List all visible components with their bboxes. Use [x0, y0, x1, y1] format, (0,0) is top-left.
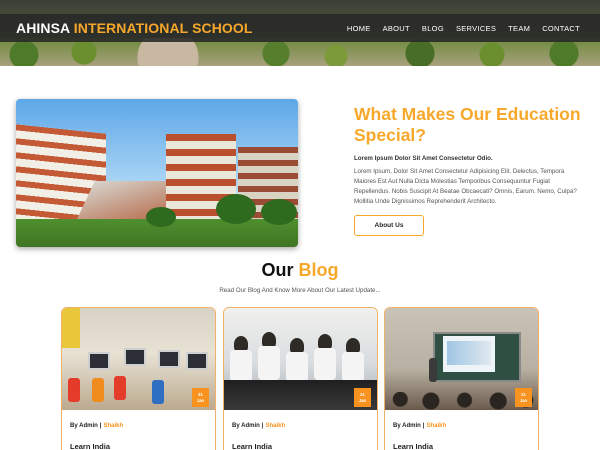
monitor — [186, 352, 208, 370]
blog-heading: Our Blog — [0, 260, 600, 281]
card-tag[interactable]: Shaikh — [103, 423, 123, 429]
chair — [92, 378, 104, 402]
blog-heading-orange: Blog — [298, 260, 339, 280]
main-nav: HOME ABOUT BLOG SERVICES TEAM CONTACT — [347, 24, 580, 33]
student-shirt — [230, 350, 252, 382]
meta-separator: | — [261, 423, 264, 429]
blog-heading-dark: Our — [261, 260, 294, 280]
about-us-button[interactable]: About Us — [354, 215, 424, 236]
blog-card[interactable]: 21 Jan By Admin | Shaikh Learn India — [384, 307, 539, 450]
card-tag[interactable]: Shaikh — [265, 423, 285, 429]
student-shirt — [314, 348, 336, 380]
logo-text-white: AHINSA — [16, 20, 70, 36]
card-title[interactable]: Learn India — [70, 442, 110, 450]
teacher — [429, 358, 437, 382]
date-badge: 21 Jan — [354, 388, 371, 407]
wall-panel — [62, 308, 80, 348]
card-title[interactable]: Learn India — [232, 442, 272, 450]
date-month: Jan — [519, 397, 528, 403]
date-badge: 21 Jan — [515, 388, 532, 407]
monitor — [158, 350, 180, 368]
feature-subtitle: Lorem Ipsum Dolor Sit Amet Consectetur O… — [354, 155, 493, 162]
card-author: By Admin — [70, 423, 98, 429]
tree — [146, 207, 176, 227]
student-shirt — [258, 346, 280, 380]
date-month: Jan — [196, 397, 205, 403]
card-author: By Admin — [393, 423, 421, 429]
chair — [152, 380, 164, 404]
nav-home[interactable]: HOME — [347, 24, 371, 33]
meta-separator: | — [422, 423, 425, 429]
feature-body: Lorem Ipsum, Dolor Sit Amet Consectetur … — [354, 168, 577, 205]
tree — [261, 199, 297, 225]
nav-team[interactable]: TEAM — [508, 24, 530, 33]
blog-card[interactable]: 21 Jan By Admin | Shaikh Learn India — [223, 307, 378, 450]
student-shirt — [342, 352, 364, 382]
nav-about[interactable]: ABOUT — [383, 24, 410, 33]
date-month: Jan — [358, 397, 367, 403]
logo-text-orange: INTERNATIONAL SCHOOL — [73, 20, 253, 36]
card-author: By Admin — [232, 423, 260, 429]
student-shirt — [286, 352, 308, 382]
date-badge: 21 Jan — [192, 388, 209, 407]
tree — [216, 194, 256, 224]
meta-separator: | — [99, 423, 102, 429]
hero-banner: AHINSA INTERNATIONAL SCHOOL HOME ABOUT B… — [0, 0, 600, 66]
nav-services[interactable]: SERVICES — [456, 24, 496, 33]
school-building-photo — [16, 99, 298, 247]
blog-card[interactable]: 21 Jan By Admin | Shaikh Learn India — [61, 307, 216, 450]
projected-slide — [447, 341, 491, 365]
nav-blog[interactable]: BLOG — [422, 24, 444, 33]
card-title[interactable]: Learn India — [393, 442, 433, 450]
monitor — [124, 348, 146, 366]
card-tag[interactable]: Shaikh — [426, 423, 446, 429]
card-meta: By Admin | Shaikh — [393, 423, 446, 429]
nav-contact[interactable]: CONTACT — [542, 24, 580, 33]
navbar: AHINSA INTERNATIONAL SCHOOL HOME ABOUT B… — [0, 14, 600, 42]
hero-background-image — [0, 38, 600, 66]
blog-subtitle: Read Our Blog And Know More About Our La… — [219, 287, 381, 294]
site-logo[interactable]: AHINSA INTERNATIONAL SCHOOL — [16, 20, 253, 36]
chair — [114, 376, 126, 400]
monitor — [88, 352, 110, 370]
feature-title: What Makes Our Education Special? — [354, 104, 581, 145]
card-meta: By Admin | Shaikh — [232, 423, 285, 429]
chair — [68, 378, 80, 402]
card-meta: By Admin | Shaikh — [70, 423, 123, 429]
